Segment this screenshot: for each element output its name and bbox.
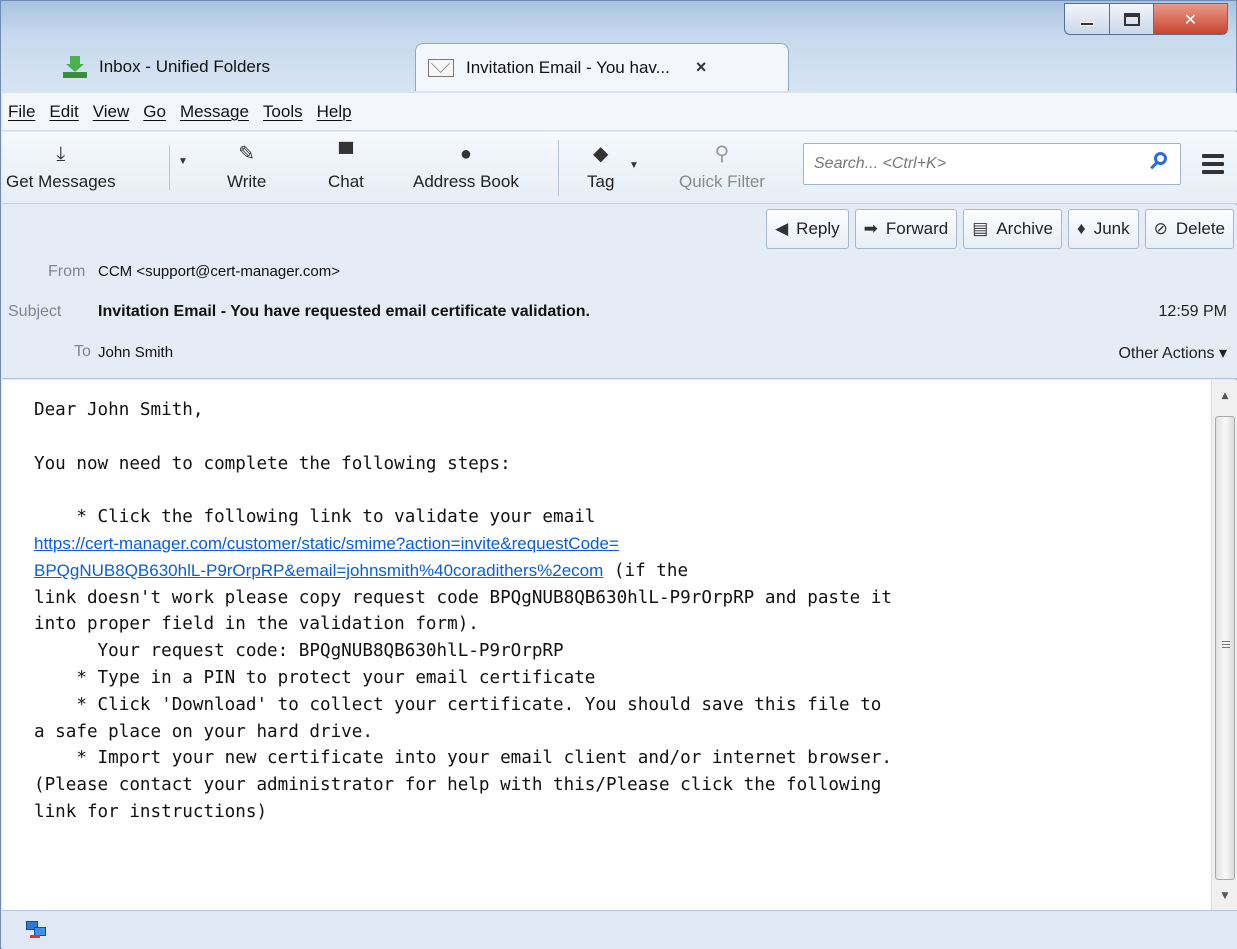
body-after-link: (if the bbox=[603, 560, 689, 581]
menu-file[interactable]: File bbox=[8, 102, 35, 122]
close-icon: ✕ bbox=[1183, 9, 1198, 29]
app-menu-button[interactable] bbox=[1202, 154, 1224, 178]
reply-arrow-icon: ◀ bbox=[775, 219, 789, 238]
tag-icon: ◆ bbox=[593, 143, 609, 165]
body-step4a: * Import your new certificate into your … bbox=[34, 748, 892, 769]
subject-value: Invitation Email - You have requested em… bbox=[98, 303, 590, 320]
status-bar bbox=[2, 910, 1237, 949]
download-icon: ⤓ bbox=[56, 143, 66, 165]
inbox-download-icon bbox=[63, 56, 87, 78]
validation-link-cont[interactable]: BPQgNUB8QB630hlL-P9rOrpRP&email=johnsmit… bbox=[34, 561, 603, 580]
message-body: Dear John Smith, You now need to complet… bbox=[2, 380, 1211, 910]
address-book-button[interactable]: ● Address Book bbox=[413, 138, 519, 192]
scroll-down-icon[interactable]: ▼ bbox=[1212, 884, 1237, 908]
quick-filter-label: Quick Filter bbox=[679, 172, 765, 191]
body-greeting: Dear John Smith, bbox=[34, 400, 204, 420]
menu-edit[interactable]: Edit bbox=[49, 102, 78, 122]
quick-filter-button[interactable]: ⚲ Quick Filter bbox=[679, 138, 765, 192]
person-icon: ● bbox=[459, 143, 472, 165]
message-actions: ◀ Reply ➡ Forward ▤ Archive ♦ Junk ⊘ Del… bbox=[760, 209, 1234, 249]
other-actions-dropdown[interactable]: Other Actions ▾ bbox=[1118, 343, 1227, 363]
network-status-icon[interactable] bbox=[26, 921, 48, 939]
tag-dropdown-icon[interactable]: ▼ bbox=[629, 160, 639, 171]
tab-label: Invitation Email - You hav... bbox=[466, 57, 670, 77]
get-messages-button[interactable]: ⤓ Get Messages bbox=[6, 138, 116, 192]
menu-view[interactable]: View bbox=[93, 102, 130, 122]
body-intro: You now need to complete the following s… bbox=[34, 453, 511, 474]
to-value[interactable]: John Smith bbox=[98, 344, 173, 361]
to-label: To bbox=[74, 343, 91, 360]
menu-tools[interactable]: Tools bbox=[263, 102, 303, 122]
minimize-icon bbox=[1080, 22, 1094, 26]
get-messages-dropdown-icon[interactable]: ▼ bbox=[178, 156, 188, 167]
body-step1: * Click the following link to validate y… bbox=[34, 507, 596, 528]
grip-icon bbox=[1222, 641, 1230, 650]
tab-close-icon[interactable]: × bbox=[696, 57, 707, 78]
mail-envelope-icon bbox=[428, 58, 454, 77]
from-value[interactable]: CCM <support@cert-manager.com> bbox=[98, 263, 340, 280]
body-step3a: * Click 'Download' to collect your certi… bbox=[34, 694, 882, 715]
write-button[interactable]: ✎ Write bbox=[227, 138, 266, 192]
archive-label: Archive bbox=[996, 219, 1053, 238]
menu-help[interactable]: Help bbox=[317, 102, 352, 122]
title-bar: ✕ Inbox - Unified Folders Invitation Ema… bbox=[1, 1, 1236, 93]
tag-label: Tag bbox=[587, 172, 615, 191]
menu-message[interactable]: Message bbox=[180, 102, 249, 122]
tag-button[interactable]: ◆ Tag bbox=[587, 138, 614, 192]
maximize-icon bbox=[1123, 12, 1140, 26]
pencil-icon: ✎ bbox=[238, 143, 256, 165]
write-label: Write bbox=[227, 172, 267, 191]
tab-label: Inbox - Unified Folders bbox=[99, 57, 271, 76]
search-icon[interactable] bbox=[1150, 152, 1168, 170]
search-placeholder: Search... <Ctrl+K> bbox=[814, 155, 947, 172]
chat-button[interactable]: ▀ Chat bbox=[328, 138, 364, 192]
body-step2: * Type in a PIN to protect your email ce… bbox=[34, 667, 596, 688]
body-step4c: link for instructions) bbox=[34, 801, 268, 822]
junk-label: Junk bbox=[1093, 219, 1130, 238]
delete-label: Delete bbox=[1175, 219, 1225, 238]
scroll-up-icon[interactable]: ▲ bbox=[1212, 384, 1237, 408]
search-input[interactable]: Search... <Ctrl+K> bbox=[803, 143, 1181, 185]
body-step3b: a safe place on your hard drive. bbox=[34, 721, 373, 742]
message-time: 12:59 PM bbox=[1158, 303, 1227, 320]
subject-label: Subject bbox=[8, 303, 62, 320]
toolbar-separator bbox=[558, 140, 559, 196]
delete-circle-icon: ⊘ bbox=[1153, 219, 1168, 238]
forward-arrow-icon: ➡ bbox=[863, 219, 878, 238]
toolbar-separator bbox=[169, 146, 170, 190]
thunderbird-window: ✕ Inbox - Unified Folders Invitation Ema… bbox=[0, 0, 1237, 949]
scrollbar-thumb[interactable] bbox=[1215, 416, 1235, 880]
validation-link[interactable]: https://cert-manager.com/customer/static… bbox=[34, 534, 619, 553]
reply-button[interactable]: ◀ Reply bbox=[766, 209, 849, 249]
window-controls: ✕ bbox=[1064, 3, 1228, 35]
menu-bar: File Edit View Go Message Tools Help bbox=[2, 93, 1237, 131]
flame-icon: ♦ bbox=[1077, 219, 1086, 238]
tab-invitation-email[interactable]: Invitation Email - You hav... × bbox=[415, 43, 789, 91]
main-toolbar: ⤓ Get Messages ▼ ✎ Write ▀ Chat ● Addres… bbox=[2, 132, 1237, 204]
reply-label: Reply bbox=[796, 219, 840, 238]
get-messages-label: Get Messages bbox=[6, 172, 116, 191]
body-line-b: into proper field in the validation form… bbox=[34, 614, 479, 635]
menu-go[interactable]: Go bbox=[143, 102, 166, 122]
archive-box-icon: ▤ bbox=[972, 219, 989, 238]
body-step4b: (Please contact your administrator for h… bbox=[34, 775, 882, 796]
message-header: ◀ Reply ➡ Forward ▤ Archive ♦ Junk ⊘ Del… bbox=[2, 205, 1237, 379]
delete-button[interactable]: ⊘ Delete bbox=[1144, 209, 1234, 249]
archive-button[interactable]: ▤ Archive bbox=[963, 209, 1062, 249]
tab-inbox[interactable]: Inbox - Unified Folders bbox=[57, 43, 417, 91]
chat-bubble-icon: ▀ bbox=[338, 143, 354, 165]
close-window-button[interactable]: ✕ bbox=[1154, 3, 1228, 35]
body-request-code: Your request code: BPQgNUB8QB630hlL-P9rO… bbox=[34, 641, 564, 662]
magnifier-icon: ⚲ bbox=[714, 143, 730, 165]
forward-label: Forward bbox=[885, 219, 949, 238]
vertical-scrollbar[interactable]: ▲ ▼ bbox=[1211, 380, 1237, 910]
from-label: From bbox=[48, 263, 86, 280]
body-line-a: link doesn't work please copy request co… bbox=[34, 587, 892, 608]
forward-button[interactable]: ➡ Forward bbox=[854, 209, 958, 249]
maximize-button[interactable] bbox=[1110, 3, 1154, 35]
minimize-button[interactable] bbox=[1064, 3, 1110, 35]
junk-button[interactable]: ♦ Junk bbox=[1068, 209, 1139, 249]
chat-label: Chat bbox=[328, 172, 364, 191]
address-book-label: Address Book bbox=[413, 172, 519, 191]
